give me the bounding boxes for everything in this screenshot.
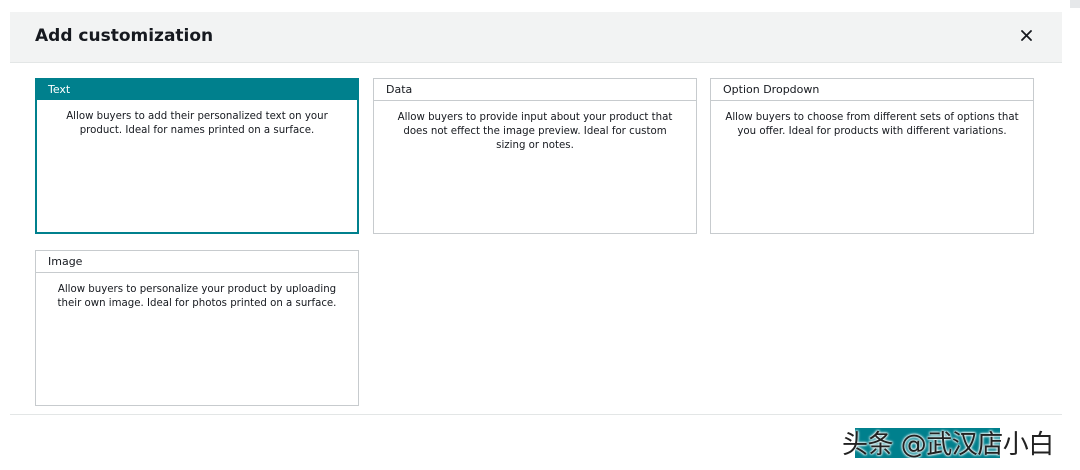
customization-card-option-dropdown[interactable]: Option Dropdown Allow buyers to choose f… — [710, 78, 1034, 234]
customization-card-data[interactable]: Data Allow buyers to provide input about… — [373, 78, 697, 234]
card-description: Allow buyers to choose from different se… — [725, 112, 1019, 137]
card-title: Image — [36, 251, 358, 273]
scrollbar-fragment[interactable] — [1070, 0, 1080, 8]
add-customization-modal: Add customization Text Allow buyers to a… — [10, 12, 1062, 470]
card-description: Allow buyers to add their personalized t… — [66, 111, 328, 136]
card-title: Option Dropdown — [711, 79, 1033, 101]
watermark: 头条 @武汉店小白 — [842, 430, 1054, 460]
customization-card-image[interactable]: Image Allow buyers to personalize your p… — [35, 250, 359, 406]
card-description: Allow buyers to personalize your product… — [57, 284, 337, 309]
footer-divider — [10, 414, 1062, 415]
card-title: Text — [37, 80, 357, 100]
close-button[interactable] — [1016, 25, 1036, 45]
close-icon — [1020, 29, 1032, 41]
card-title: Data — [374, 79, 696, 101]
card-description: Allow buyers to provide input about your… — [397, 112, 673, 151]
modal-title: Add customization — [35, 26, 214, 46]
customization-card-text[interactable]: Text Allow buyers to add their personali… — [35, 78, 359, 234]
modal-header: Add customization — [10, 12, 1062, 63]
